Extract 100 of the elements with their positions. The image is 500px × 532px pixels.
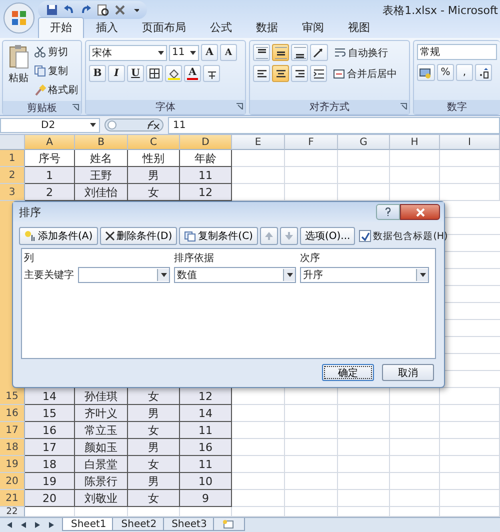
group-label: 数字 bbox=[447, 100, 467, 114]
delete-level-button[interactable]: 删除条件(D) bbox=[100, 227, 178, 245]
ribbon-tab[interactable]: 视图 bbox=[336, 17, 382, 38]
copy-level-button[interactable]: 复制条件(C) bbox=[179, 227, 258, 245]
font-name-field[interactable]: 宋体 bbox=[89, 44, 167, 60]
table-cell: 男 bbox=[128, 473, 180, 490]
comma-button[interactable]: , bbox=[456, 64, 473, 81]
table-cell: 19 bbox=[25, 473, 75, 490]
row-header[interactable]: 2 bbox=[0, 167, 25, 184]
cancel-button[interactable]: 取消 bbox=[382, 364, 434, 381]
column-header[interactable]: G bbox=[338, 135, 390, 150]
row-header[interactable]: 3 bbox=[0, 184, 25, 201]
table-cell: 11 bbox=[180, 456, 232, 473]
table-cell: 18 bbox=[25, 456, 75, 473]
ok-button[interactable]: 确定 bbox=[322, 364, 374, 381]
percent-button[interactable]: % bbox=[437, 64, 454, 81]
cut-button[interactable]: 剪切 bbox=[34, 44, 78, 60]
column-header[interactable]: H bbox=[390, 135, 440, 150]
row-header[interactable]: 1 bbox=[0, 150, 25, 167]
merge-center-button[interactable]: 合并后居中 bbox=[333, 66, 397, 82]
grow-font-button[interactable]: A bbox=[201, 44, 218, 61]
table-cell: 14 bbox=[180, 405, 232, 422]
copy-button[interactable]: 复制 bbox=[34, 63, 78, 79]
sheet-tab[interactable]: Sheet2 bbox=[112, 518, 166, 531]
column-header[interactable]: B bbox=[75, 135, 128, 150]
bold-button[interactable]: B bbox=[89, 65, 106, 82]
table-cell: 16 bbox=[180, 439, 232, 456]
row-header[interactable]: 15 bbox=[0, 388, 25, 405]
ribbon-tab[interactable]: 开始 bbox=[38, 17, 84, 38]
table-cell: 姓名 bbox=[75, 150, 128, 167]
options-button[interactable]: 选项(O)... bbox=[300, 227, 356, 245]
italic-button[interactable]: I bbox=[108, 65, 125, 82]
table-cell: 女 bbox=[128, 388, 180, 405]
level-label: 主要关键字 bbox=[24, 268, 75, 282]
headers-checkbox[interactable]: 数据包含标题(H) bbox=[359, 230, 448, 242]
table-cell: 14 bbox=[25, 388, 75, 405]
order-dropdown[interactable]: 升序 bbox=[300, 267, 429, 283]
row-header[interactable]: 20 bbox=[0, 473, 25, 490]
row-header[interactable]: 18 bbox=[0, 439, 25, 456]
column-header[interactable]: I bbox=[440, 135, 500, 150]
window-title: 表格1.xlsx - Microsoft bbox=[382, 2, 499, 18]
table-cell: 孙佳琪 bbox=[75, 388, 128, 405]
group-label: 对齐方式 bbox=[310, 100, 350, 114]
table-cell: 女 bbox=[128, 456, 180, 473]
column-header[interactable]: F bbox=[285, 135, 338, 150]
row-header[interactable]: 22 bbox=[0, 507, 25, 517]
table-cell: 女 bbox=[128, 184, 180, 201]
row-header[interactable]: 16 bbox=[0, 405, 25, 422]
column-heading: 排序依据 bbox=[174, 252, 215, 265]
row-header[interactable]: 17 bbox=[0, 422, 25, 439]
column-header[interactable]: E bbox=[232, 135, 285, 150]
name-box[interactable]: D2 bbox=[0, 118, 100, 132]
formula-input[interactable]: 11 bbox=[168, 116, 500, 134]
table-cell: 男 bbox=[128, 167, 180, 184]
table-cell: 女 bbox=[128, 490, 180, 507]
table-cell: 男 bbox=[128, 405, 180, 422]
table-cell: 刘敬业 bbox=[75, 490, 128, 507]
font-color-button[interactable]: A bbox=[184, 65, 201, 82]
table-cell: 齐叶义 bbox=[75, 405, 128, 422]
font-size-field[interactable]: 11 bbox=[169, 44, 199, 60]
column-header[interactable]: A bbox=[25, 135, 75, 150]
row-header[interactable]: 19 bbox=[0, 456, 25, 473]
table-cell: 10 bbox=[180, 473, 232, 490]
column-heading: 次序 bbox=[300, 252, 321, 265]
column-header[interactable]: C bbox=[128, 135, 180, 150]
underline-button[interactable]: U bbox=[127, 65, 144, 82]
ribbon-tab[interactable]: 公式 bbox=[198, 17, 244, 38]
table-cell: 常立玉 bbox=[75, 422, 128, 439]
sheet-tab[interactable]: Sheet3 bbox=[162, 518, 216, 531]
table-cell: 16 bbox=[25, 422, 75, 439]
wrap-text-button[interactable]: 自动换行 bbox=[334, 44, 388, 60]
sort-on-dropdown[interactable]: 数值 bbox=[174, 267, 296, 283]
add-level-button[interactable]: 添加条件(A) bbox=[19, 227, 98, 245]
table-cell: 20 bbox=[25, 490, 75, 507]
table-cell: 年龄 bbox=[180, 150, 232, 167]
group-label: 剪贴板 bbox=[27, 102, 57, 115]
table-cell: 2 bbox=[25, 184, 75, 201]
ribbon-tab[interactable]: 插入 bbox=[84, 17, 130, 38]
dialog-title: 排序 bbox=[19, 204, 41, 220]
table-cell: 1 bbox=[25, 167, 75, 184]
table-cell: 序号 bbox=[25, 150, 75, 167]
group-label: 字体 bbox=[156, 100, 176, 114]
column-heading: 列 bbox=[24, 252, 35, 265]
table-cell: 颜如玉 bbox=[75, 439, 128, 456]
ribbon-tab[interactable]: 页面布局 bbox=[130, 17, 198, 38]
ribbon-tab[interactable]: 数据 bbox=[244, 17, 290, 38]
table-cell: 女 bbox=[128, 422, 180, 439]
table-cell: 男 bbox=[128, 439, 180, 456]
number-format-field[interactable]: 常规 bbox=[417, 44, 497, 60]
table-cell: 9 bbox=[180, 490, 232, 507]
ribbon-tab[interactable]: 审阅 bbox=[290, 17, 336, 38]
format-painter-button[interactable]: 格式刷 bbox=[34, 82, 78, 98]
table-cell: 12 bbox=[180, 388, 232, 405]
table-cell: 15 bbox=[25, 405, 75, 422]
column-header[interactable]: D bbox=[180, 135, 232, 150]
row-header[interactable]: 21 bbox=[0, 490, 25, 507]
table-cell: 陈景行 bbox=[75, 473, 128, 490]
shrink-font-button[interactable]: A bbox=[220, 44, 237, 61]
table-cell: 白景堂 bbox=[75, 456, 128, 473]
paste-button[interactable]: 粘贴 bbox=[6, 44, 31, 98]
